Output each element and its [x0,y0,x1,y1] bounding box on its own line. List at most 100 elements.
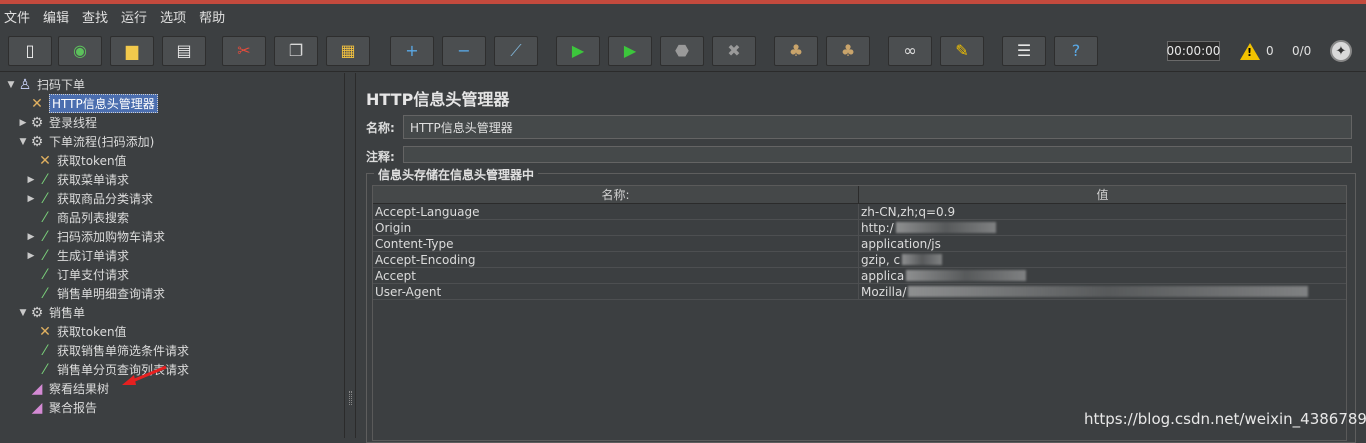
paste-button[interactable]: ▦ [326,36,370,66]
expand-toggle-icon[interactable]: ▶ [26,194,36,204]
start-no-pause-icon: ▶ [623,41,637,60]
expand-button[interactable]: + [390,36,434,66]
search-button[interactable]: ∞ [888,36,932,66]
clear-button[interactable]: ♣ [774,36,818,66]
menu-item-1[interactable]: 编辑 [43,7,69,26]
tree-node[interactable]: ▼ ⚙ 下单流程(扫码添加) [18,132,155,151]
clear-all-button[interactable]: ♣ [826,36,870,66]
tree-node[interactable]: ⁄ 销售单明细查询请求 [26,284,165,303]
comment-field[interactable] [403,146,1352,163]
tree-node[interactable]: ✕ 获取token值 [26,322,126,341]
start-no-pause-button[interactable]: ▶ [608,36,652,66]
table-row[interactable]: Origin http:/ [373,220,1346,236]
menu-item-5[interactable]: 帮助 [199,7,225,26]
watermark: https://blog.csdn.net/weixin_43867894 [1084,410,1366,428]
copy-button[interactable]: ❐ [274,36,318,66]
split-pane-divider[interactable] [344,73,356,438]
menu-item-2[interactable]: 查找 [82,7,108,26]
templates-button[interactable]: ◉ [58,36,102,66]
clear-all-icon: ♣ [840,41,856,60]
toggle-icon: ⟋ [510,41,522,60]
header-value-cell[interactable]: Mozilla/ [859,284,1346,299]
header-name-cell[interactable]: Accept-Language [373,204,859,219]
tree-node[interactable]: ▼ ⚙ 销售单 [18,303,85,322]
cut-button[interactable]: ✂ [222,36,266,66]
open-button[interactable]: ▆ [110,36,154,66]
collapse-toggle-icon[interactable]: ▼ [18,308,28,318]
new-icon: ▯ [25,41,35,60]
tree-node[interactable]: ▼ ♙ 扫码下单 [6,75,85,94]
header-value-text: application/js [861,236,941,251]
help-icon: ? [1071,41,1081,60]
header-value-cell[interactable]: http:/ [859,220,1346,235]
divider-grip[interactable] [349,391,352,405]
search-icon: ∞ [903,41,917,60]
tree-node[interactable]: ◢ 聚合报告 [18,398,97,417]
tree-node[interactable]: ▶ ⚙ 登录线程 [18,113,97,132]
table-row[interactable]: Accept applica [373,268,1346,284]
warnings-indicator[interactable]: 0 [1240,41,1274,61]
table-row[interactable]: Content-Type application/js [373,236,1346,252]
header-value-cell[interactable]: zh-CN,zh;q=0.9 [859,204,1346,219]
tree-node[interactable]: ⁄ 获取销售单筛选条件请求 [26,341,189,360]
header-name-cell[interactable]: Accept-Encoding [373,252,859,267]
save-icon: ▤ [176,41,192,60]
pipette-icon: ⁄ [43,228,47,245]
tree-node[interactable]: ◢ 察看结果树 [18,379,109,398]
header-name-cell[interactable]: User-Agent [373,284,859,299]
comment-label: 注释: [366,149,395,164]
redacted-value [908,286,1309,297]
warning-icon [1240,42,1260,60]
tree-node[interactable]: ✕ 获取token值 [26,151,126,170]
header-value-text: applica [861,268,905,283]
shutdown-button[interactable]: ✖ [712,36,756,66]
menu-item-4[interactable]: 选项 [160,7,186,26]
pipette-icon: ⁄ [43,266,47,283]
header-value-cell[interactable]: applica [859,268,1346,283]
header-value-cell[interactable]: application/js [859,236,1346,251]
column-header-name[interactable]: 名称: [373,186,859,203]
collapse-toggle-icon[interactable]: ▼ [18,137,28,147]
elapsed-timer: 00:00:00 [1167,41,1220,61]
tree-node[interactable]: ▶ ⁄ 生成订单请求 [26,246,129,265]
tree-node[interactable]: ⁄ 订单支付请求 [26,265,129,284]
tree-node-label: 聚合报告 [49,401,98,415]
new-button[interactable]: ▯ [8,36,52,66]
tree-node[interactable]: ✕ HTTP信息头管理器 [18,94,158,113]
function-helper-button[interactable]: ☰ [1002,36,1046,66]
header-name-cell[interactable]: Content-Type [373,236,859,251]
pipette-icon: ⁄ [43,361,47,378]
reset-search-button[interactable]: ✎ [940,36,984,66]
help-button[interactable]: ? [1054,36,1098,66]
save-button[interactable]: ▤ [162,36,206,66]
name-field[interactable]: HTTP信息头管理器 [403,115,1352,139]
expand-toggle-icon[interactable]: ▶ [26,251,36,261]
pipette-icon: ⁄ [43,342,47,359]
expand-icon: + [405,41,419,60]
header-value-cell[interactable]: gzip, c [859,252,1346,267]
tree-node[interactable]: ▶ ⁄ 获取商品分类请求 [26,189,153,208]
stop-button[interactable]: ⬣ [660,36,704,66]
menu-item-3[interactable]: 运行 [121,7,147,26]
header-name-cell[interactable]: Origin [373,220,859,235]
reset-search-icon: ✎ [955,41,969,60]
toggle-button[interactable]: ⟋ [494,36,538,66]
expand-toggle-icon[interactable]: ▶ [18,118,28,128]
table-row[interactable]: Accept-Language zh-CN,zh;q=0.9 [373,204,1346,220]
tree-node[interactable]: ▶ ⁄ 扫码添加购物车请求 [26,227,165,246]
start-button[interactable]: ▶ [556,36,600,66]
expand-toggle-icon[interactable]: ▶ [26,232,36,242]
collapse-button[interactable]: − [442,36,486,66]
collapse-toggle-icon[interactable]: ▼ [6,80,16,90]
table-row[interactable]: User-Agent Mozilla/ [373,284,1346,300]
tree-node-label: 扫码添加购物车请求 [57,230,166,244]
tree-node[interactable]: ⁄ 商品列表搜索 [26,208,129,227]
table-row[interactable]: Accept-Encoding gzip, c [373,252,1346,268]
menu-item-0[interactable]: 文件 [4,7,30,26]
remote-globe-icon[interactable]: ✦ [1330,40,1352,62]
expand-toggle-icon[interactable]: ▶ [26,175,36,185]
header-name-cell[interactable]: Accept [373,268,859,283]
tree-node-label: HTTP信息头管理器 [49,94,158,113]
column-header-value[interactable]: 值 [859,186,1346,203]
tree-node[interactable]: ▶ ⁄ 获取菜单请求 [26,170,129,189]
